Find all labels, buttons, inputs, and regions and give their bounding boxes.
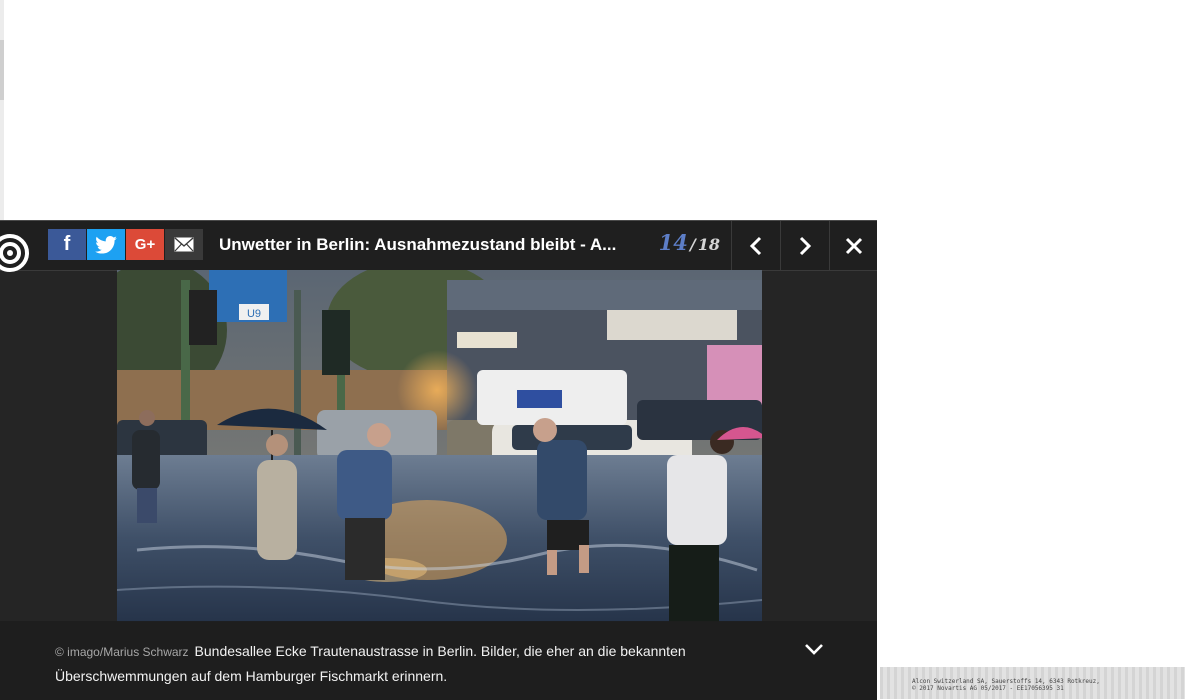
gallery-photo: U9 [117,270,762,622]
share-facebook-button[interactable]: f [48,229,86,260]
chevron-right-icon [799,236,812,255]
page-left-edge [0,0,4,220]
google-plus-icon: G+ [134,236,156,253]
share-twitter-button[interactable] [87,229,125,260]
photo-caption-bar: © imago/Marius Schwarz Bundesallee Ecke T… [0,621,877,700]
close-gallery-button[interactable] [829,221,877,270]
counter-current: 14 [658,230,688,255]
photo-caption: © imago/Marius Schwarz Bundesallee Ecke T… [55,639,735,688]
share-mail-button[interactable] [165,229,203,260]
chevron-left-icon [749,236,762,255]
ad-line-2: © 2017 Novartis AG 05/2017 - EE17056395 … [912,685,1064,692]
gallery-header: f G+ Unwetter in Berlin: Ausnahmezustand… [0,221,877,272]
next-image-button[interactable] [780,221,829,270]
photo-credit: © imago/Marius Schwarz [55,645,189,659]
close-icon [845,237,863,254]
advertisement-banner[interactable]: Alcon Switzerland SA, Sauerstoffs 14, 63… [880,667,1185,699]
photo-gallery-overlay: f G+ Unwetter in Berlin: Ausnahmezustand… [0,220,877,700]
flooded-street-photo: U9 [117,270,762,622]
twitter-icon [95,235,117,254]
brand-logo-icon [0,234,29,272]
ubahn-sign-text: U9 [247,308,261,320]
page-scroll-mark [0,40,4,100]
counter-separator: / [689,235,696,254]
counter-total: 18 [697,235,720,254]
ad-legal-text: Alcon Switzerland SA, Sauerstoffs 14, 63… [912,678,1102,692]
chevron-down-icon [805,644,823,655]
caption-collapse-button[interactable] [800,637,828,661]
previous-image-button[interactable] [731,221,780,270]
mail-icon [174,237,194,252]
ad-line-1: Alcon Switzerland SA, Sauerstoffs 14, 63… [912,678,1100,685]
gallery-title: Unwetter in Berlin: Ausnahmezustand blei… [219,235,617,254]
image-counter: 14/18 [640,230,720,255]
facebook-icon: f [63,233,71,255]
share-googleplus-button[interactable]: G+ [126,229,164,260]
